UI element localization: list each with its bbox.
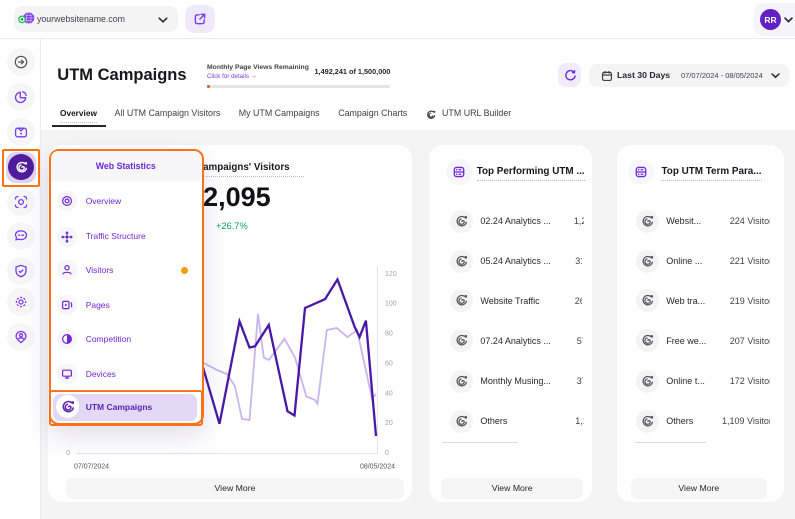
svg-text:20: 20 [385,420,393,427]
svg-text:100: 100 [385,301,397,308]
svg-text:60: 60 [385,360,393,367]
svg-text:07/07/2024: 07/07/2024 [74,464,109,471]
svg-text:120: 120 [385,271,397,278]
svg-text:0: 0 [385,450,389,457]
svg-text:40: 40 [385,390,393,397]
svg-text:08/05/2024: 08/05/2024 [360,464,395,471]
svg-text:0: 0 [66,450,70,457]
svg-text:80: 80 [385,331,393,338]
